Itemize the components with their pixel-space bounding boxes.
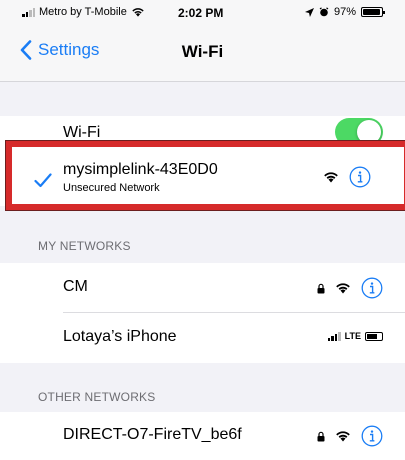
other-networks-header: OTHER NETWORKS [38,390,156,404]
page-title: Wi-Fi [181,42,224,61]
network-cm-icons [317,277,383,299]
network-name: CM [63,278,88,295]
status-bar: Metro by T-Mobile 2:02 PM 97% [0,0,405,24]
info-icon[interactable] [361,425,383,447]
highlight-box [5,140,405,211]
my-networks-header: MY NETWORKS [38,239,131,253]
carrier-group: Metro by T-Mobile [22,6,145,18]
wifi-status-icon [132,8,144,17]
navigation-bar: Settings Wi-Fi [0,24,405,82]
carrier-name: Metro by T-Mobile [39,6,127,18]
lte-label: LTE [344,331,361,341]
battery-percent: 97% [333,6,356,18]
status-time: 2:02 PM [178,6,224,20]
network-name: DIRECT-O7-FireTV_be6f [63,426,242,443]
status-right-group: 97% [304,6,385,18]
hotspot-icons: LTE [327,331,383,341]
wifi-toggle-label: Wi-Fi [63,124,101,141]
lock-icon [317,283,325,293]
wifi-icon [336,431,350,442]
network-firetv-icons [317,425,383,447]
network-name: Lotaya’s iPhone [63,328,177,345]
battery-icon [365,331,383,341]
info-icon[interactable] [361,277,383,299]
cell-signal-icon [22,7,35,17]
wifi-icon [336,283,350,294]
alarm-clock-icon [319,7,329,17]
lock-icon [317,431,325,441]
cell-signal-icon [327,331,341,341]
location-arrow-icon [304,7,314,17]
battery-icon [361,7,385,17]
